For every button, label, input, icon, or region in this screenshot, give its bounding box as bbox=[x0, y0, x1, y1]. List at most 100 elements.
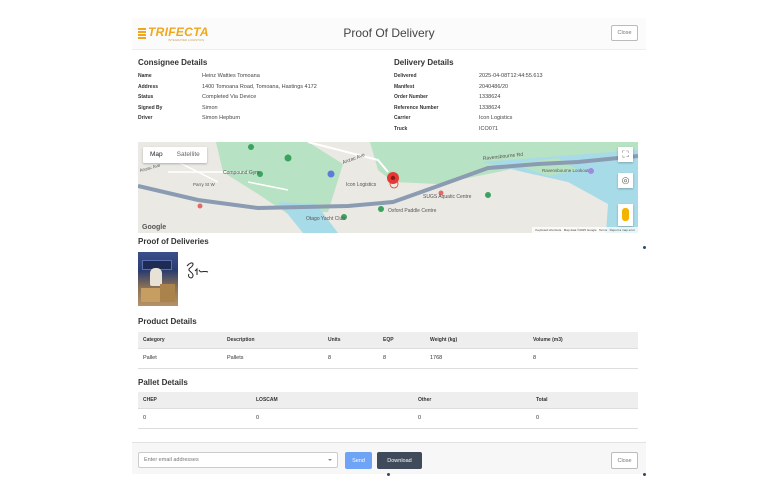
column-header: Description bbox=[222, 332, 323, 349]
column-header: CHEP bbox=[138, 392, 251, 409]
fullscreen-icon[interactable]: ⛶ bbox=[618, 147, 633, 162]
detail-label: Address bbox=[138, 83, 159, 90]
table-row: Pallet Pallets 8 8 1768 8 bbox=[138, 348, 638, 369]
column-header: Weight (kg) bbox=[425, 332, 528, 349]
consignee-row-address: Address 1400 Tomoana Road, Tomoana, Hasti… bbox=[138, 82, 317, 93]
pallet-heading: Pallet Details bbox=[138, 378, 188, 387]
footer-close-button[interactable]: Close bbox=[611, 452, 638, 469]
terms-link[interactable]: Terms bbox=[599, 228, 607, 232]
poi-marker-icon bbox=[588, 168, 594, 174]
column-header: Other bbox=[413, 392, 531, 409]
detail-value: Simon bbox=[202, 104, 218, 111]
resize-handle-dot bbox=[643, 246, 646, 249]
google-logo: Google bbox=[142, 224, 167, 231]
table-cell: 8 bbox=[378, 348, 425, 369]
table-row: 0 0 0 0 bbox=[138, 408, 638, 429]
resize-handle-dot bbox=[643, 473, 646, 476]
consignee-row-driver: Driver Simon Hepburn bbox=[138, 113, 317, 124]
signature-image[interactable] bbox=[184, 258, 212, 282]
detail-value: 1400 Tomoana Road, Tomoana, Hastings 417… bbox=[202, 83, 317, 90]
poi-marker-icon bbox=[248, 144, 254, 150]
table-cell: 8 bbox=[528, 348, 638, 369]
map-label-paddle: Oxford Paddle Centre bbox=[388, 208, 437, 214]
poi-marker-icon bbox=[378, 206, 384, 212]
table-cell: 0 bbox=[138, 408, 251, 429]
modal-header: TRIFECTA INTEGRATED LOGISTICS Proof Of D… bbox=[132, 18, 646, 50]
map-type-control: Map Satellite bbox=[143, 147, 207, 163]
delivery-heading: Delivery Details bbox=[394, 58, 454, 67]
map-label-compound: Compound Gym bbox=[223, 170, 259, 176]
detail-label: Truck bbox=[394, 125, 408, 132]
detail-value: 1338624 bbox=[479, 94, 501, 100]
pod-modal: TRIFECTA INTEGRATED LOGISTICS Proof Of D… bbox=[132, 18, 646, 474]
resize-handle-dot bbox=[387, 473, 390, 476]
keyboard-shortcuts-link[interactable]: Keyboard shortcuts bbox=[535, 228, 561, 232]
poi-marker-icon bbox=[485, 192, 491, 198]
delivery-row-truck: Truck ICO071 bbox=[394, 124, 543, 135]
detail-value: 2040486/20 bbox=[479, 83, 509, 90]
table-cell: 1768 bbox=[425, 348, 528, 369]
detail-value: 2025-04-08T12:44:55.613 bbox=[479, 73, 543, 79]
delivery-photo[interactable] bbox=[138, 252, 178, 306]
table-cell: 0 bbox=[531, 408, 638, 429]
pod-heading: Proof of Deliveries bbox=[138, 237, 209, 246]
column-header: LOSCAM bbox=[251, 392, 413, 409]
chevron-down-icon[interactable] bbox=[328, 459, 332, 461]
detail-label: Reference Number bbox=[394, 104, 439, 111]
map-tab-satellite[interactable]: Satellite bbox=[170, 147, 207, 163]
map-label-yacht: Otago Yacht Club bbox=[306, 216, 345, 222]
detail-value: Completed Via Device bbox=[202, 94, 257, 100]
table-header-row: Category Description Units EQP Weight (k… bbox=[138, 332, 638, 349]
column-header: EQP bbox=[378, 332, 425, 349]
map-data-text: Map data ©2025 Google bbox=[563, 228, 597, 232]
pallet-table: CHEP LOSCAM Other Total 0 0 0 0 bbox=[138, 392, 638, 429]
map-tab-map[interactable]: Map bbox=[143, 147, 170, 163]
consignee-details: Name Heinz Watties Tomoana Address 1400 To… bbox=[138, 71, 317, 124]
close-button[interactable]: Close bbox=[611, 25, 638, 41]
map-label-sugs: SUGS Aquatic Centre bbox=[423, 194, 472, 200]
table-cell: Pallet bbox=[138, 348, 222, 369]
detail-label: Delivered bbox=[394, 73, 417, 79]
delivery-row-manifest: Manifest 2040486/20 bbox=[394, 82, 543, 93]
delivery-row-delivered: Delivered 2025-04-08T12:44:55.613 bbox=[394, 71, 543, 82]
table-cell: Pallets bbox=[222, 348, 323, 369]
column-header: Category bbox=[138, 332, 222, 349]
table-header-row: CHEP LOSCAM Other Total bbox=[138, 392, 638, 409]
page-title: Proof Of Delivery bbox=[343, 26, 435, 40]
download-button[interactable]: Download bbox=[377, 452, 422, 469]
map-canvas[interactable]: Compound Gym Icon Logistics SUGS Aquatic… bbox=[138, 142, 638, 233]
detail-label: Order Number bbox=[394, 94, 428, 100]
detail-value: Heinz Watties Tomoana bbox=[202, 73, 260, 79]
detail-label: Status bbox=[138, 94, 154, 100]
table-cell: 0 bbox=[413, 408, 531, 429]
email-input[interactable] bbox=[138, 452, 338, 468]
my-location-icon[interactable]: ◎ bbox=[618, 173, 633, 188]
send-button[interactable]: Send bbox=[345, 452, 372, 469]
consignee-row-name: Name Heinz Watties Tomoana bbox=[138, 71, 317, 82]
map-label-ravens: Ravensbourne Lookout bbox=[542, 168, 589, 173]
consignee-heading: Consignee Details bbox=[138, 58, 208, 67]
column-header: Volume (m3) bbox=[528, 332, 638, 349]
poi-marker-icon bbox=[284, 154, 292, 162]
detail-label: Name bbox=[138, 73, 152, 79]
detail-value: Icon Logistics bbox=[479, 115, 513, 121]
map-label-icon: Icon Logistics bbox=[346, 182, 377, 188]
delivery-map[interactable]: Compound Gym Icon Logistics SUGS Aquatic… bbox=[138, 142, 638, 233]
map-attribution: Keyboard shortcuts Map data ©2025 Google… bbox=[532, 227, 638, 233]
map-label-street: Parry St W bbox=[193, 182, 216, 187]
report-error-link[interactable]: Report a map error bbox=[610, 228, 635, 232]
delivery-row-order-number: Order Number 1338624 bbox=[394, 92, 543, 103]
street-view-pegman-icon[interactable] bbox=[618, 204, 633, 226]
table-cell: 8 bbox=[323, 348, 378, 369]
delivery-row-reference-number: Reference Number 1338624 bbox=[394, 103, 543, 114]
detail-label: Signed By bbox=[138, 104, 163, 111]
poi-marker-icon bbox=[327, 170, 335, 178]
detail-value: Simon Hepburn bbox=[202, 115, 241, 121]
poi-marker-icon bbox=[197, 203, 203, 209]
product-heading: Product Details bbox=[138, 317, 197, 326]
modal-footer: Send Download Close bbox=[132, 442, 646, 474]
detail-label: Driver bbox=[138, 115, 153, 121]
consignee-row-status: Status Completed Via Device bbox=[138, 92, 317, 103]
table-cell: 0 bbox=[251, 408, 413, 429]
delivery-row-carrier: Carrier Icon Logistics bbox=[394, 113, 543, 124]
